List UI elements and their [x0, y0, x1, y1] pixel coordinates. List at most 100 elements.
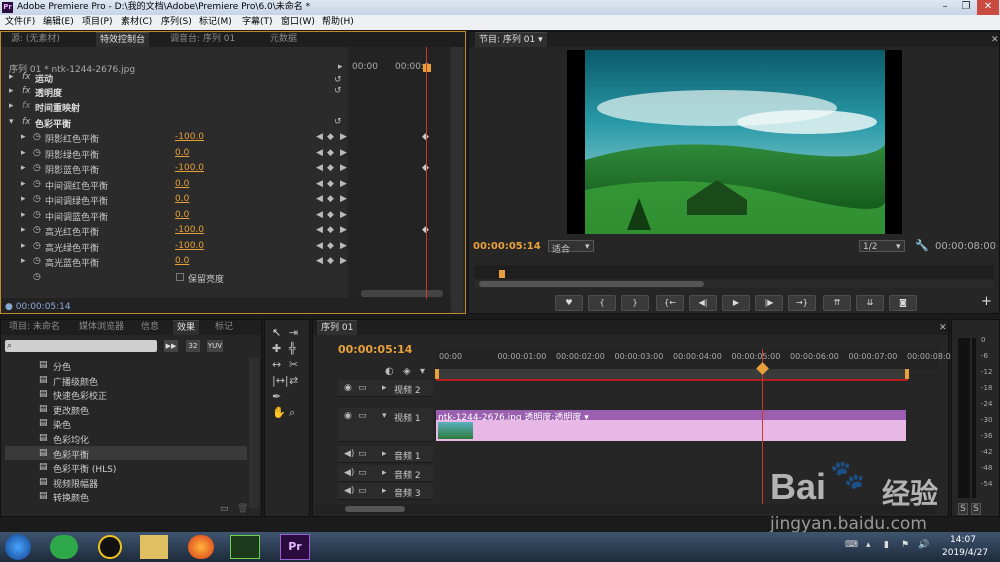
taskbar-firefox-icon[interactable]: [188, 535, 214, 559]
tab-metadata[interactable]: 元数据: [266, 32, 301, 47]
expand-opacity-icon[interactable]: ▸: [9, 86, 14, 96]
effects-search-input[interactable]: ⌕: [5, 340, 157, 352]
tab-source[interactable]: 源: (无素材): [7, 32, 64, 47]
flag-icon[interactable]: ⚑: [901, 540, 909, 550]
section-time-remap[interactable]: 时间重映射: [35, 101, 80, 114]
reset-icon[interactable]: ↺: [334, 86, 342, 96]
panel-close-icon[interactable]: ✕: [991, 35, 999, 45]
taskbar-media-icon[interactable]: [230, 535, 260, 559]
track-header[interactable]: ◀) ▭ ▸ 音频 1: [338, 446, 433, 463]
razor-tool-icon[interactable]: ✂: [289, 359, 298, 370]
add-keyframe-icon[interactable]: ◆: [327, 179, 334, 189]
go-to-in-button[interactable]: {←: [656, 295, 684, 311]
accelerated-filter-icon[interactable]: ▶▶: [164, 340, 178, 352]
next-keyframe-icon[interactable]: ▶: [340, 148, 347, 158]
add-keyframe-icon[interactable]: ◆: [327, 132, 334, 142]
minimize-icon[interactable]: –: [935, 0, 955, 15]
list-item[interactable]: ▤ 快速色彩校正: [5, 387, 247, 402]
lock-icon[interactable]: ▭: [358, 383, 367, 393]
param-value[interactable]: 0.0: [175, 148, 189, 158]
pen-tool-icon[interactable]: ✒: [272, 391, 281, 402]
section-motion[interactable]: 运动: [35, 72, 53, 85]
tab-effects[interactable]: 效果: [173, 320, 200, 335]
stopwatch-icon[interactable]: ◷: [33, 179, 41, 189]
param-value[interactable]: -100.0: [175, 163, 204, 173]
volume-icon[interactable]: 🔊: [918, 540, 929, 550]
stopwatch-icon[interactable]: ◷: [33, 194, 41, 204]
video-clip[interactable]: [436, 420, 906, 441]
tab-project[interactable]: 项目: 未命名: [5, 320, 64, 335]
list-item[interactable]: ▤ 色彩平衡: [5, 445, 247, 461]
tab-sequence[interactable]: 序列 01: [317, 320, 358, 335]
work-area-bar[interactable]: [435, 369, 909, 381]
menu-window[interactable]: 窗口(W): [281, 15, 315, 30]
expand-param-icon[interactable]: ▸: [21, 256, 26, 266]
next-keyframe-icon[interactable]: ▶: [340, 210, 347, 220]
stopwatch-icon[interactable]: ◷: [33, 148, 41, 158]
taskbar-qq-icon[interactable]: [98, 535, 122, 559]
wrench-icon[interactable]: 🔧: [915, 240, 929, 251]
expand-track-icon[interactable]: ▸: [382, 383, 387, 393]
tab-media-browser[interactable]: 媒体浏览器: [75, 320, 128, 335]
step-forward-button[interactable]: |▶: [755, 295, 783, 311]
speaker-icon[interactable]: ◀): [344, 449, 354, 459]
mark-in-button[interactable]: {: [588, 295, 616, 311]
add-keyframe-icon[interactable]: ◆: [327, 256, 334, 266]
tab-audio-mixer[interactable]: 调音台: 序列 01: [166, 32, 239, 47]
add-keyframe-icon[interactable]: ◆: [327, 210, 334, 220]
next-keyframe-icon[interactable]: ▶: [340, 225, 347, 235]
expand-param-icon[interactable]: ▸: [21, 148, 26, 158]
collapse-color-balance-icon[interactable]: ▾: [9, 117, 14, 127]
list-item[interactable]: ▤ 转换颜色: [5, 489, 247, 504]
track-header[interactable]: ◀) ▭ ▸ 音频 3: [338, 483, 433, 500]
param-value[interactable]: 0.0: [175, 256, 189, 266]
prev-keyframe-icon[interactable]: ◀: [316, 163, 323, 173]
speaker-icon[interactable]: ◀): [344, 486, 354, 496]
resolution-dropdown[interactable]: 1/2 ▾: [859, 240, 905, 252]
go-to-out-button[interactable]: →}: [788, 295, 816, 311]
keyboard-icon[interactable]: ⌨: [845, 540, 858, 550]
section-opacity[interactable]: 透明度: [35, 86, 62, 99]
menu-title[interactable]: 字幕(T): [242, 15, 273, 30]
zoom-thumb[interactable]: [479, 281, 704, 287]
tray-arrow-icon[interactable]: ▴: [866, 540, 871, 550]
add-keyframe-icon[interactable]: ◆: [327, 241, 334, 251]
stopwatch-icon[interactable]: ◷: [33, 241, 41, 251]
add-marker-button[interactable]: ♥: [555, 295, 583, 311]
add-marker-icon[interactable]: ▾: [420, 367, 425, 377]
prev-keyframe-icon[interactable]: ◀: [316, 225, 323, 235]
track-select-tool-icon[interactable]: ⇥: [289, 327, 298, 338]
next-keyframe-icon[interactable]: ▶: [340, 194, 347, 204]
hand-tool-icon[interactable]: ✋: [272, 407, 286, 418]
zoom-tool-icon[interactable]: ⌕: [289, 407, 295, 418]
prev-keyframe-icon[interactable]: ◀: [316, 148, 323, 158]
lock-icon[interactable]: ▭: [358, 468, 367, 478]
prev-keyframe-icon[interactable]: ◀: [316, 194, 323, 204]
lock-icon[interactable]: ▭: [358, 411, 367, 421]
slide-tool-icon[interactable]: ⇄: [289, 375, 298, 386]
track-header[interactable]: ◀) ▭ ▸ 音频 2: [338, 465, 433, 482]
taskbar-360-icon[interactable]: [50, 535, 78, 559]
speaker-icon[interactable]: ◀): [344, 468, 354, 478]
section-color-balance[interactable]: 色彩平衡: [35, 117, 71, 130]
expand-track-icon[interactable]: ▸: [382, 468, 387, 478]
expand-track-icon[interactable]: ▸: [382, 449, 387, 459]
ripple-edit-tool-icon[interactable]: ✚: [272, 343, 281, 354]
stopwatch-icon[interactable]: ◷: [33, 256, 41, 266]
param-value[interactable]: 0.0: [175, 194, 189, 204]
slip-tool-icon[interactable]: |↔|: [272, 375, 289, 386]
stopwatch-icon[interactable]: ◷: [33, 225, 41, 235]
effects-scrollbar[interactable]: [249, 358, 259, 508]
reset-icon[interactable]: ↺: [334, 75, 342, 85]
tab-markers[interactable]: 标记: [211, 320, 237, 335]
preserve-luminosity-checkbox[interactable]: [176, 273, 184, 281]
32bit-filter-badge[interactable]: 32: [186, 340, 200, 352]
menu-marker[interactable]: 标记(M): [199, 15, 232, 30]
prev-keyframe-icon[interactable]: ◀: [316, 241, 323, 251]
menu-clip[interactable]: 素材(C): [121, 15, 152, 30]
expand-track-icon[interactable]: ▾: [382, 411, 387, 421]
program-timecode[interactable]: 00:00:05:14: [473, 241, 541, 252]
tab-effect-controls[interactable]: 特效控制台: [96, 32, 150, 47]
maximize-icon[interactable]: ❐: [956, 0, 976, 15]
track-header[interactable]: ◉ ▭ ▸ 视频 2: [338, 380, 433, 397]
